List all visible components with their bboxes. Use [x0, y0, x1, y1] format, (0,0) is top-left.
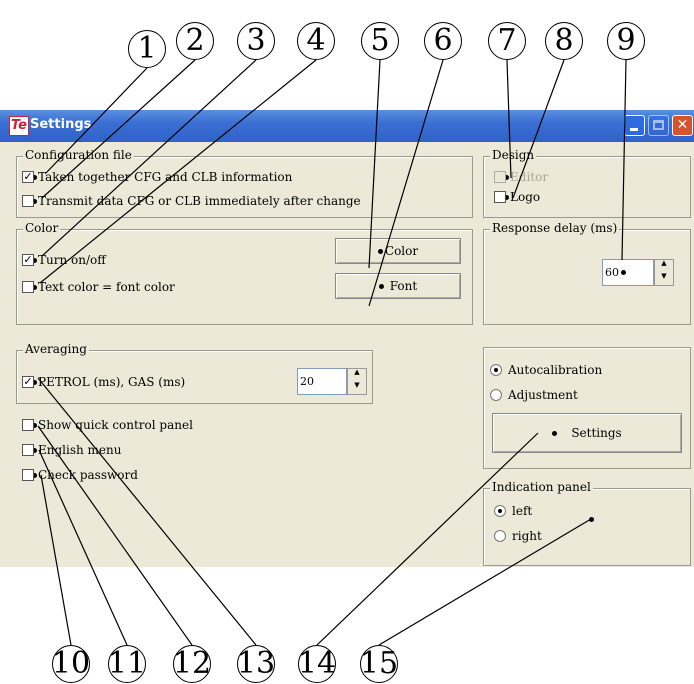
- leader-line-13: [37, 377, 257, 646]
- leader-line-1: [45, 67, 148, 174]
- leader-line-14: [316, 432, 539, 646]
- leader-line-5: [368, 59, 381, 269]
- leader-line-10: [40, 474, 72, 646]
- leader-line-3: [41, 59, 257, 257]
- leader-line-11: [38, 449, 128, 646]
- leader-line-8: [512, 59, 565, 199]
- callout-leader-lines: [37, 59, 627, 646]
- leader-line-2: [41, 59, 196, 199]
- leader-line-15: [378, 518, 592, 646]
- leader-line-9: [621, 59, 627, 261]
- leader-line-7: [506, 59, 512, 179]
- leader-line-6: [368, 59, 444, 307]
- leader-line-4: [39, 59, 317, 284]
- leader-line-12: [37, 425, 193, 646]
